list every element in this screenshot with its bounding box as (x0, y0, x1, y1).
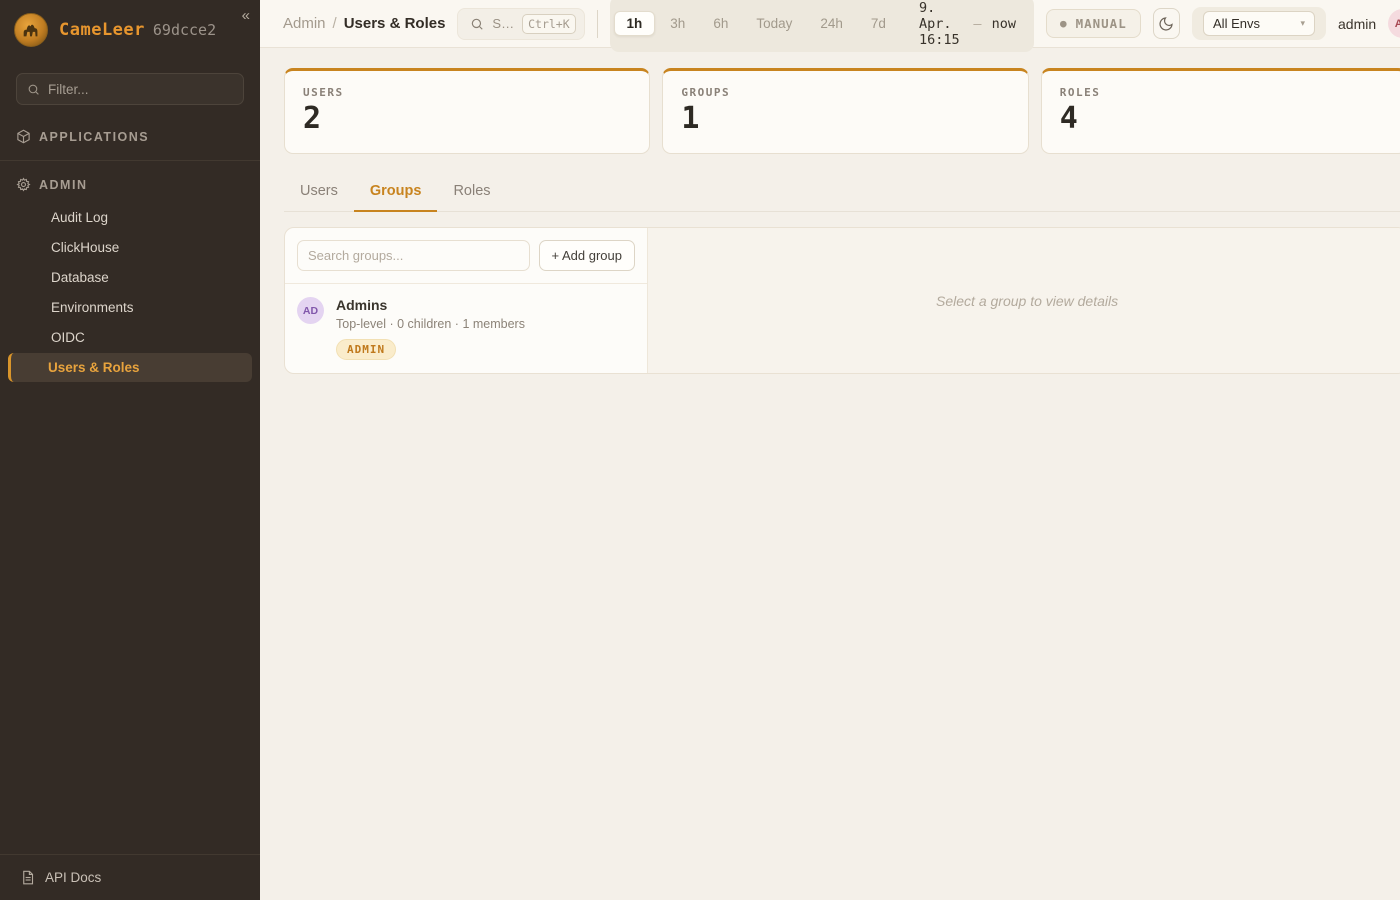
moon-icon (1158, 16, 1174, 32)
filter-placeholder: Filter... (48, 82, 89, 97)
app-name: CameLeer (59, 20, 145, 40)
top-header: Admin / Users & Roles S… Ctrl+K 1h 3h 6h… (260, 0, 1400, 48)
group-toolbar: + Add group (285, 228, 647, 284)
api-docs-label: API Docs (45, 870, 101, 885)
search-icon (27, 83, 40, 96)
tab-roles[interactable]: Roles (437, 175, 506, 212)
stat-value: 1 (681, 102, 1009, 135)
env-selector-wrapper: All Envs ▾ (1192, 7, 1326, 40)
group-avatar: AD (297, 297, 324, 324)
sidebar-section-applications[interactable]: APPLICATIONS (0, 123, 260, 150)
sidebar-collapse-icon[interactable]: « (242, 8, 250, 23)
add-group-button[interactable]: + Add group (539, 240, 635, 271)
sidebar-filter-input[interactable]: Filter... (16, 73, 244, 105)
time-range-7d[interactable]: 7d (858, 11, 899, 36)
search-icon (470, 17, 484, 31)
tab-groups[interactable]: Groups (354, 175, 438, 212)
stat-value: 2 (303, 102, 631, 135)
time-range-1h[interactable]: 1h (614, 11, 656, 36)
status-dot: ● (1060, 17, 1068, 30)
global-search-button[interactable]: S… Ctrl+K (457, 8, 584, 40)
chevron-down-icon: ▾ (1300, 18, 1305, 29)
stat-card-users: USERS 2 (284, 68, 650, 154)
app-logo-row: CameLeer 69dcce2 « (0, 0, 260, 59)
user-area: admin AD (1338, 9, 1400, 38)
breadcrumb: Admin / Users & Roles (283, 15, 445, 32)
sidebar-item-users-roles[interactable]: Users & Roles (8, 353, 252, 382)
user-name: admin (1338, 16, 1376, 32)
group-list-column: + Add group AD Admins Top-level · 0 chil… (285, 228, 648, 373)
group-meta: Top-level · 0 children · 1 members (336, 317, 525, 331)
sidebar-item-environments[interactable]: Environments (8, 293, 252, 322)
section-label: ADMIN (39, 178, 87, 192)
search-placeholder-truncated: S… (492, 16, 514, 31)
group-name: Admins (336, 297, 525, 313)
tabs: Users Groups Roles (284, 175, 1400, 212)
refresh-mode-button[interactable]: ● MANUAL (1046, 9, 1141, 38)
time-display[interactable]: 9. Apr. 16:15 – now (901, 0, 1030, 48)
groups-panel: + Add group AD Admins Top-level · 0 chil… (284, 227, 1400, 374)
document-icon (20, 870, 35, 885)
time-to: now (992, 16, 1016, 32)
stats-row: USERS 2 GROUPS 1 ROLES 4 (284, 68, 1400, 154)
breadcrumb-separator: / (333, 15, 337, 32)
stat-value: 4 (1060, 102, 1388, 135)
package-icon (16, 129, 31, 144)
group-detail-panel: Select a group to view details (648, 228, 1400, 373)
stat-label: USERS (303, 86, 631, 99)
gear-icon (16, 177, 31, 192)
time-range-6h[interactable]: 6h (700, 11, 741, 36)
sidebar-item-database[interactable]: Database (8, 263, 252, 292)
breadcrumb-current: Users & Roles (344, 15, 446, 32)
group-item-body: Admins Top-level · 0 children · 1 member… (336, 297, 525, 360)
time-from: 9. Apr. 16:15 (919, 0, 963, 48)
time-range-24h[interactable]: 24h (807, 11, 856, 36)
stat-label: GROUPS (681, 86, 1009, 99)
search-shortcut-kbd: Ctrl+K (522, 14, 576, 34)
stat-card-roles: ROLES 4 (1041, 68, 1400, 154)
header-divider (597, 10, 598, 38)
breadcrumb-admin[interactable]: Admin (283, 15, 326, 32)
group-search-input[interactable] (297, 240, 530, 271)
user-avatar[interactable]: AD (1388, 9, 1400, 38)
group-role-badge: ADMIN (336, 339, 396, 360)
tab-users[interactable]: Users (284, 175, 354, 212)
stat-label: ROLES (1060, 86, 1388, 99)
time-range-control: 1h 3h 6h Today 24h 7d 9. Apr. 16:15 – no… (610, 0, 1034, 52)
time-range-3h[interactable]: 3h (657, 11, 698, 36)
sidebar: CameLeer 69dcce2 « Filter... APPLICATION… (0, 0, 260, 900)
env-selector[interactable]: All Envs ▾ (1203, 11, 1315, 36)
section-label: APPLICATIONS (39, 130, 149, 144)
sidebar-item-oidc[interactable]: OIDC (8, 323, 252, 352)
stat-card-groups: GROUPS 1 (662, 68, 1028, 154)
api-docs-link[interactable]: API Docs (0, 854, 260, 900)
sidebar-item-clickhouse[interactable]: ClickHouse (8, 233, 252, 262)
time-separator: – (973, 16, 981, 32)
theme-toggle-button[interactable] (1153, 8, 1180, 39)
sidebar-divider (0, 160, 260, 161)
env-selector-value: All Envs (1213, 16, 1260, 31)
empty-state-text: Select a group to view details (936, 293, 1118, 309)
refresh-mode-label: MANUAL (1076, 16, 1127, 31)
app-build-id: 69dcce2 (153, 21, 216, 39)
group-list-item[interactable]: AD Admins Top-level · 0 children · 1 mem… (285, 284, 647, 373)
page-content: USERS 2 GROUPS 1 ROLES 4 Users Groups Ro… (260, 48, 1400, 900)
time-range-today[interactable]: Today (743, 11, 805, 36)
admin-nav: Audit Log ClickHouse Database Environmen… (0, 202, 260, 383)
sidebar-section-admin[interactable]: ADMIN (0, 171, 260, 198)
camel-icon (20, 19, 42, 41)
app-logo-icon (14, 13, 48, 47)
sidebar-item-audit-log[interactable]: Audit Log (8, 203, 252, 232)
main-area: Admin / Users & Roles S… Ctrl+K 1h 3h 6h… (260, 0, 1400, 900)
